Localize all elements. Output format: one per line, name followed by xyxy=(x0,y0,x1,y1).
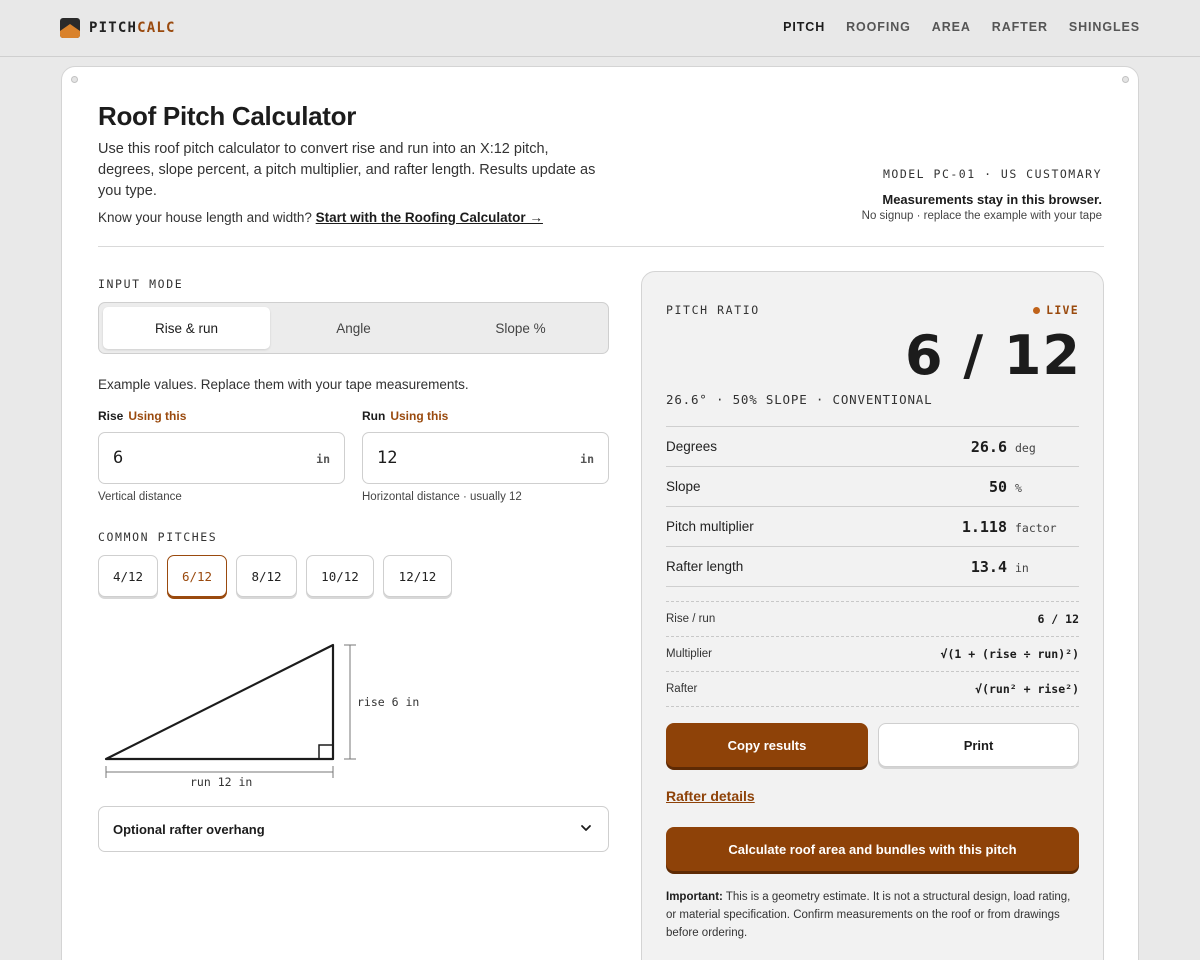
run-label: Run Using this xyxy=(362,409,449,423)
mode-rise-run-button[interactable]: Rise & run xyxy=(103,307,270,349)
intro-text: Use this roof pitch calculator to conver… xyxy=(98,141,596,199)
rise-help: Vertical distance xyxy=(98,491,182,503)
example-note: Example values. Replace them with your t… xyxy=(98,377,469,392)
pitch-chip-8-12[interactable]: 8/12 xyxy=(236,555,297,597)
run-input[interactable]: 12 in xyxy=(362,432,609,484)
roof-triangle xyxy=(104,643,335,761)
rise-input[interactable]: 6 in xyxy=(98,432,345,484)
overhang-label: Optional rafter overhang xyxy=(113,822,265,837)
meta-info: MODEL PC-01 · US CUSTOMARY Measurements … xyxy=(862,167,1102,222)
result-row-slope: Slope 50 % xyxy=(666,467,1079,507)
pitch-summary: 26.6° · 50% SLOPE · CONVENTIONAL xyxy=(666,392,933,407)
right-angle-marker xyxy=(318,744,334,760)
page-title: Roof Pitch Calculator xyxy=(98,101,357,131)
result-row-rafter: Rafter length 13.4 in xyxy=(666,547,1079,587)
top-nav-bar: PITCHCALC PITCH ROOFING AREA RAFTER SHIN… xyxy=(0,0,1200,57)
formula-row-rise-run: Rise / run 6 / 12 xyxy=(666,602,1079,637)
header-divider xyxy=(98,246,1104,247)
brand-name: PITCHCALC xyxy=(89,20,176,36)
results-table: Degrees 26.6 deg Slope 50 % Pitch multip… xyxy=(666,426,1079,587)
slope-value: 50 xyxy=(988,478,1007,496)
model-label: MODEL PC-01 · US CUSTOMARY xyxy=(882,167,1102,181)
pitch-chip-12-12[interactable]: 12/12 xyxy=(383,555,452,597)
common-pitches-label: COMMON PITCHES xyxy=(98,530,218,544)
disclaimer-note: Important: This is a geometry estimate. … xyxy=(666,891,1071,939)
run-value[interactable]: 12 xyxy=(377,448,397,468)
nav-shingles[interactable]: SHINGLES xyxy=(1069,20,1140,34)
run-dimension-label: run 12 in xyxy=(190,775,252,789)
pitch-chip-10-12[interactable]: 10/12 xyxy=(306,555,374,597)
formula-list: Rise / run 6 / 12 Multiplier √(1 + (rise… xyxy=(666,601,1079,707)
nav-roofing[interactable]: ROOFING xyxy=(846,20,911,34)
rise-label: Rise Using this xyxy=(98,409,187,423)
run-help: Horizontal distance · usually 12 xyxy=(362,491,522,503)
formula-row-rafter: Rafter √(run² + rise²) xyxy=(666,672,1079,707)
live-dot-icon xyxy=(1033,306,1041,314)
results-panel: PITCH RATIO LIVE 6 / 12 26.6° · 50% SLOP… xyxy=(641,271,1104,960)
pitch-ratio-label: PITCH RATIO xyxy=(666,303,760,317)
copy-results-button[interactable]: Copy results xyxy=(666,723,868,767)
mode-angle-button[interactable]: Angle xyxy=(270,307,437,349)
input-mode-toggle: Rise & run Angle Slope % xyxy=(98,302,609,354)
mode-slope-button[interactable]: Slope % xyxy=(437,307,604,349)
rafter-overhang-toggle[interactable]: Optional rafter overhang xyxy=(98,806,609,852)
live-indicator: LIVE xyxy=(1033,303,1079,317)
result-row-degrees: Degrees 26.6 deg xyxy=(666,427,1079,467)
privacy-subnote: No signup · replace the example with you… xyxy=(861,210,1102,222)
privacy-note: Measurements stay in this browser. xyxy=(882,192,1102,207)
input-mode-label: INPUT MODE xyxy=(98,277,184,291)
nav-area[interactable]: AREA xyxy=(932,20,971,34)
roofing-calculator-link[interactable]: Start with the Roofing Calculator → xyxy=(316,210,543,225)
roof-logo-icon xyxy=(60,18,80,38)
result-row-multiplier: Pitch multiplier 1.118 factor xyxy=(666,507,1079,547)
brand[interactable]: PITCHCALC xyxy=(60,18,176,38)
pitch-ratio-value: 6 / 12 xyxy=(904,324,1081,387)
print-button[interactable]: Print xyxy=(878,723,1079,767)
rise-value[interactable]: 6 xyxy=(113,448,123,468)
chevron-down-icon xyxy=(581,825,591,831)
nav-pitch[interactable]: PITCH xyxy=(783,20,825,34)
main-nav: PITCH ROOFING AREA RAFTER SHINGLES xyxy=(783,20,1140,34)
rise-dimension-label: rise 6 in xyxy=(357,695,419,709)
formula-row-multiplier: Multiplier √(1 + (rise ÷ run)²) xyxy=(666,637,1079,672)
roofing-hint: Know your house length and width? Start … xyxy=(98,210,543,225)
rafter-details-link[interactable]: Rafter details xyxy=(666,788,755,804)
corner-screw-icon xyxy=(71,76,78,83)
calculate-roof-area-button[interactable]: Calculate roof area and bundles with thi… xyxy=(666,827,1079,871)
rafter-length-value: 13.4 xyxy=(970,558,1007,576)
pitch-chip-6-12[interactable]: 6/12 xyxy=(167,555,227,597)
rise-unit: in xyxy=(316,452,330,466)
calculator-card: Roof Pitch Calculator Use this roof pitc… xyxy=(61,66,1139,960)
run-unit: in xyxy=(580,452,594,466)
pitch-chip-4-12[interactable]: 4/12 xyxy=(98,555,158,597)
run-using-tag: Using this xyxy=(390,409,449,423)
degrees-value: 26.6 xyxy=(970,438,1007,456)
pitch-diagram: rise 6 in run 12 in xyxy=(104,643,419,789)
nav-rafter[interactable]: RAFTER xyxy=(992,20,1048,34)
multiplier-value: 1.118 xyxy=(961,518,1007,536)
rise-using-tag: Using this xyxy=(128,409,187,423)
corner-screw-icon xyxy=(1122,76,1129,83)
